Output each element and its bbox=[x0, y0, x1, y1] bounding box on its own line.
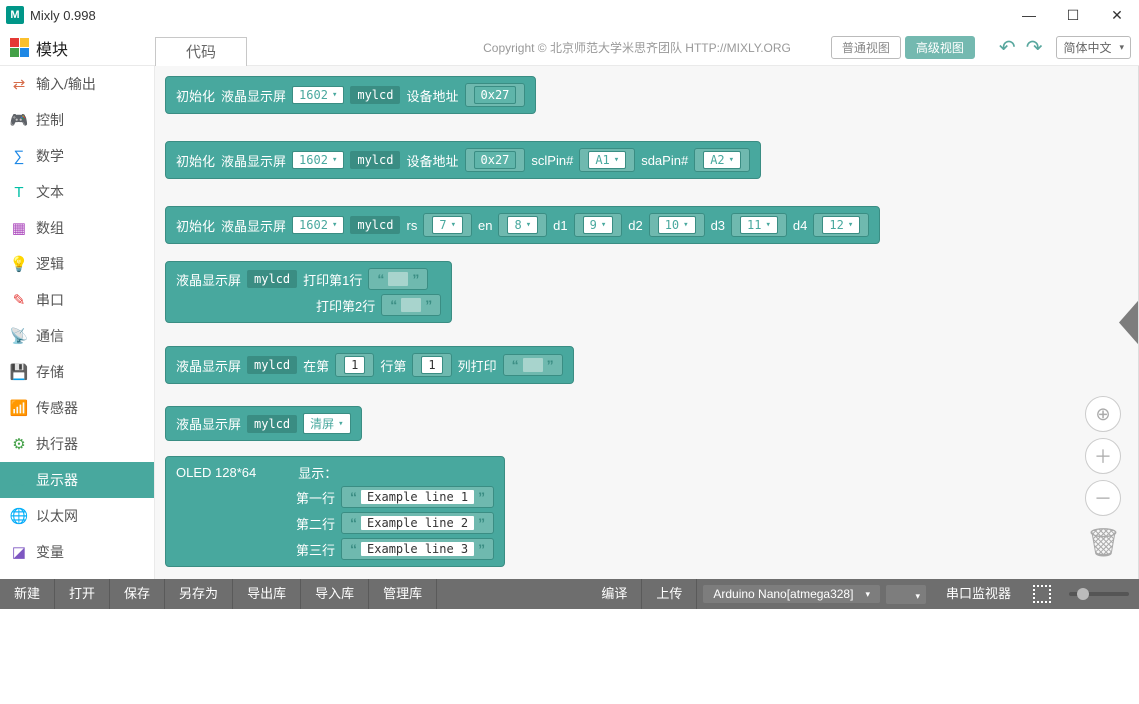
sidebar-item-logic[interactable]: 💡 逻辑 bbox=[0, 246, 154, 282]
display-icon: 🖥 bbox=[10, 471, 28, 489]
array-icon: ▦ bbox=[10, 219, 28, 237]
sidebar-item-serial[interactable]: ✎ 串口 bbox=[0, 282, 154, 318]
actuator-icon: ⚙ bbox=[10, 435, 28, 453]
lcd-addr[interactable]: 0x27 bbox=[474, 86, 517, 104]
sidebar: ⇄ 输入/输出 🎮 控制 ∑ 数学 T 文本 ▦ 数组 💡 逻辑 ✎ 串口 📡 通信 💾 存储 📶 传感器 ⚙ 执行器 🖥 显… bbox=[0, 66, 155, 579]
block-lcd-print-2lines[interactable]: 液晶显示屏 mylcd 打印第1行 “” 打印第2行 “” bbox=[165, 261, 452, 323]
puzzle-icon bbox=[10, 38, 30, 58]
language-select[interactable]: 简体中文▾ bbox=[1056, 36, 1131, 59]
sidebar-label-ctrl: 控制 bbox=[36, 110, 64, 130]
port-select[interactable] bbox=[886, 585, 926, 604]
open-button[interactable]: 打开 bbox=[55, 579, 110, 609]
comm-icon: 📡 bbox=[10, 327, 28, 345]
view-advanced-button[interactable]: 高级视图 bbox=[905, 36, 975, 59]
sidebar-label-math: 数学 bbox=[36, 146, 64, 166]
maximize-button[interactable]: ☐ bbox=[1051, 0, 1095, 30]
sidebar-label-array: 数组 bbox=[36, 218, 64, 238]
sidebar-item-display[interactable]: 🖥 显示器 bbox=[0, 462, 154, 498]
sidebar-item-sensor[interactable]: 📶 传感器 bbox=[0, 390, 154, 426]
sidebar-item-actuator[interactable]: ⚙ 执行器 bbox=[0, 426, 154, 462]
sensor-icon: 📶 bbox=[10, 399, 28, 417]
var-icon: ◪ bbox=[10, 543, 28, 561]
footer-toolbar: 新建 打开 保存 另存为 导出库 导入库 管理库 编译 上传 Arduino N… bbox=[0, 579, 1139, 609]
sidebar-label-logic: 逻辑 bbox=[36, 254, 64, 274]
sidebar-label-text: 文本 bbox=[36, 182, 64, 202]
new-button[interactable]: 新建 bbox=[0, 579, 55, 609]
sidebar-item-array[interactable]: ▦ 数组 bbox=[0, 210, 154, 246]
sidebar-label-display: 显示器 bbox=[36, 470, 78, 490]
copyright-text: Copyright © 北京师范大学米思齐团队 HTTP://MIXLY.ORG bbox=[483, 39, 791, 56]
upload-button[interactable]: 上传 bbox=[642, 579, 697, 609]
sidebar-item-math[interactable]: ∑ 数学 bbox=[0, 138, 154, 174]
redo-button[interactable]: ↷ bbox=[1026, 35, 1043, 60]
sidebar-item-text[interactable]: T 文本 bbox=[0, 174, 154, 210]
sidebar-item-comm[interactable]: 📡 通信 bbox=[0, 318, 154, 354]
board-select[interactable]: Arduino Nano[atmega328] bbox=[703, 585, 880, 603]
zoom-slider[interactable] bbox=[1069, 592, 1129, 596]
export-button[interactable]: 导出库 bbox=[233, 579, 301, 609]
modules-label: 模块 bbox=[36, 36, 68, 60]
modules-header: 模块 bbox=[0, 30, 155, 66]
zoom-in-button[interactable]: ＋ bbox=[1085, 438, 1121, 474]
serial-icon: ✎ bbox=[10, 291, 28, 309]
block-lcd-init-parallel[interactable]: 初始化 液晶显示屏 1602 mylcd rs7 en8 d19 d210 d3… bbox=[165, 206, 880, 244]
sidebar-label-actuator: 执行器 bbox=[36, 434, 78, 454]
tab-code[interactable]: 代码 bbox=[155, 37, 247, 67]
block-lcd-init-i2c-pins[interactable]: 初始化 液晶显示屏 1602 mylcd 设备地址 0x27 sclPin# A… bbox=[165, 141, 761, 179]
block-lcd-clear[interactable]: 液晶显示屏 mylcd 清屏 bbox=[165, 406, 362, 441]
ethernet-icon: 🌐 bbox=[10, 507, 28, 525]
lcd-var[interactable]: mylcd bbox=[350, 86, 400, 104]
minimize-button[interactable]: — bbox=[1007, 0, 1051, 30]
block-oled-display[interactable]: OLED 128*64显示： 第一行“Example line 1” 第二行“E… bbox=[165, 456, 505, 567]
topbar: 模块 代码 Copyright © 北京师范大学米思齐团队 HTTP://MIX… bbox=[0, 30, 1139, 66]
sidebar-label-sensor: 传感器 bbox=[36, 398, 78, 418]
close-button[interactable]: ✕ bbox=[1095, 0, 1139, 30]
store-icon: 💾 bbox=[10, 363, 28, 381]
sidebar-label-io: 输入/输出 bbox=[36, 74, 96, 94]
zoom-center-button[interactable]: ⊕ bbox=[1085, 396, 1121, 432]
undo-button[interactable]: ↶ bbox=[999, 35, 1016, 60]
saveas-button[interactable]: 另存为 bbox=[165, 579, 233, 609]
sidebar-label-var: 变量 bbox=[36, 542, 64, 562]
import-button[interactable]: 导入库 bbox=[301, 579, 369, 609]
lcd-type-dropdown[interactable]: 1602 bbox=[292, 86, 344, 104]
sidebar-item-ctrl[interactable]: 🎮 控制 bbox=[0, 102, 154, 138]
chip-icon bbox=[1033, 585, 1051, 603]
ctrl-icon: 🎮 bbox=[10, 111, 28, 129]
window-title: Mixly 0.998 bbox=[30, 8, 96, 23]
save-button[interactable]: 保存 bbox=[110, 579, 165, 609]
block-lcd-init-i2c[interactable]: 初始化 液晶显示屏 1602 mylcd 设备地址 0x27 bbox=[165, 76, 536, 114]
sidebar-label-store: 存储 bbox=[36, 362, 64, 382]
compile-button[interactable]: 编译 bbox=[587, 579, 642, 609]
logic-icon: 💡 bbox=[10, 255, 28, 273]
window-titlebar: M Mixly 0.998 — ☐ ✕ bbox=[0, 0, 1139, 30]
sidebar-item-ethernet[interactable]: 🌐 以太网 bbox=[0, 498, 154, 534]
monitor-button[interactable]: 串口监视器 bbox=[932, 579, 1025, 609]
block-lcd-print-at[interactable]: 液晶显示屏 mylcd 在第 1 行第 1 列打印 “” bbox=[165, 346, 574, 384]
text-icon: T bbox=[10, 183, 28, 201]
zoom-out-button[interactable]: － bbox=[1085, 480, 1121, 516]
app-logo-icon: M bbox=[6, 6, 24, 24]
sidebar-label-comm: 通信 bbox=[36, 326, 64, 346]
sidebar-label-serial: 串口 bbox=[36, 290, 64, 310]
sidebar-item-var[interactable]: ◪ 变量 bbox=[0, 534, 154, 570]
sidebar-label-ethernet: 以太网 bbox=[36, 506, 78, 526]
sidebar-item-io[interactable]: ⇄ 输入/输出 bbox=[0, 66, 154, 102]
trash-icon[interactable]: 🗑 bbox=[1085, 526, 1121, 559]
view-normal-button[interactable]: 普通视图 bbox=[831, 36, 901, 59]
canvas-collapse-handle[interactable] bbox=[1119, 298, 1139, 348]
io-icon: ⇄ bbox=[10, 75, 28, 93]
manage-button[interactable]: 管理库 bbox=[369, 579, 437, 609]
math-icon: ∑ bbox=[10, 147, 28, 165]
block-canvas[interactable]: 初始化 液晶显示屏 1602 mylcd 设备地址 0x27 初始化 液晶显示屏… bbox=[155, 66, 1139, 579]
sidebar-item-store[interactable]: 💾 存储 bbox=[0, 354, 154, 390]
